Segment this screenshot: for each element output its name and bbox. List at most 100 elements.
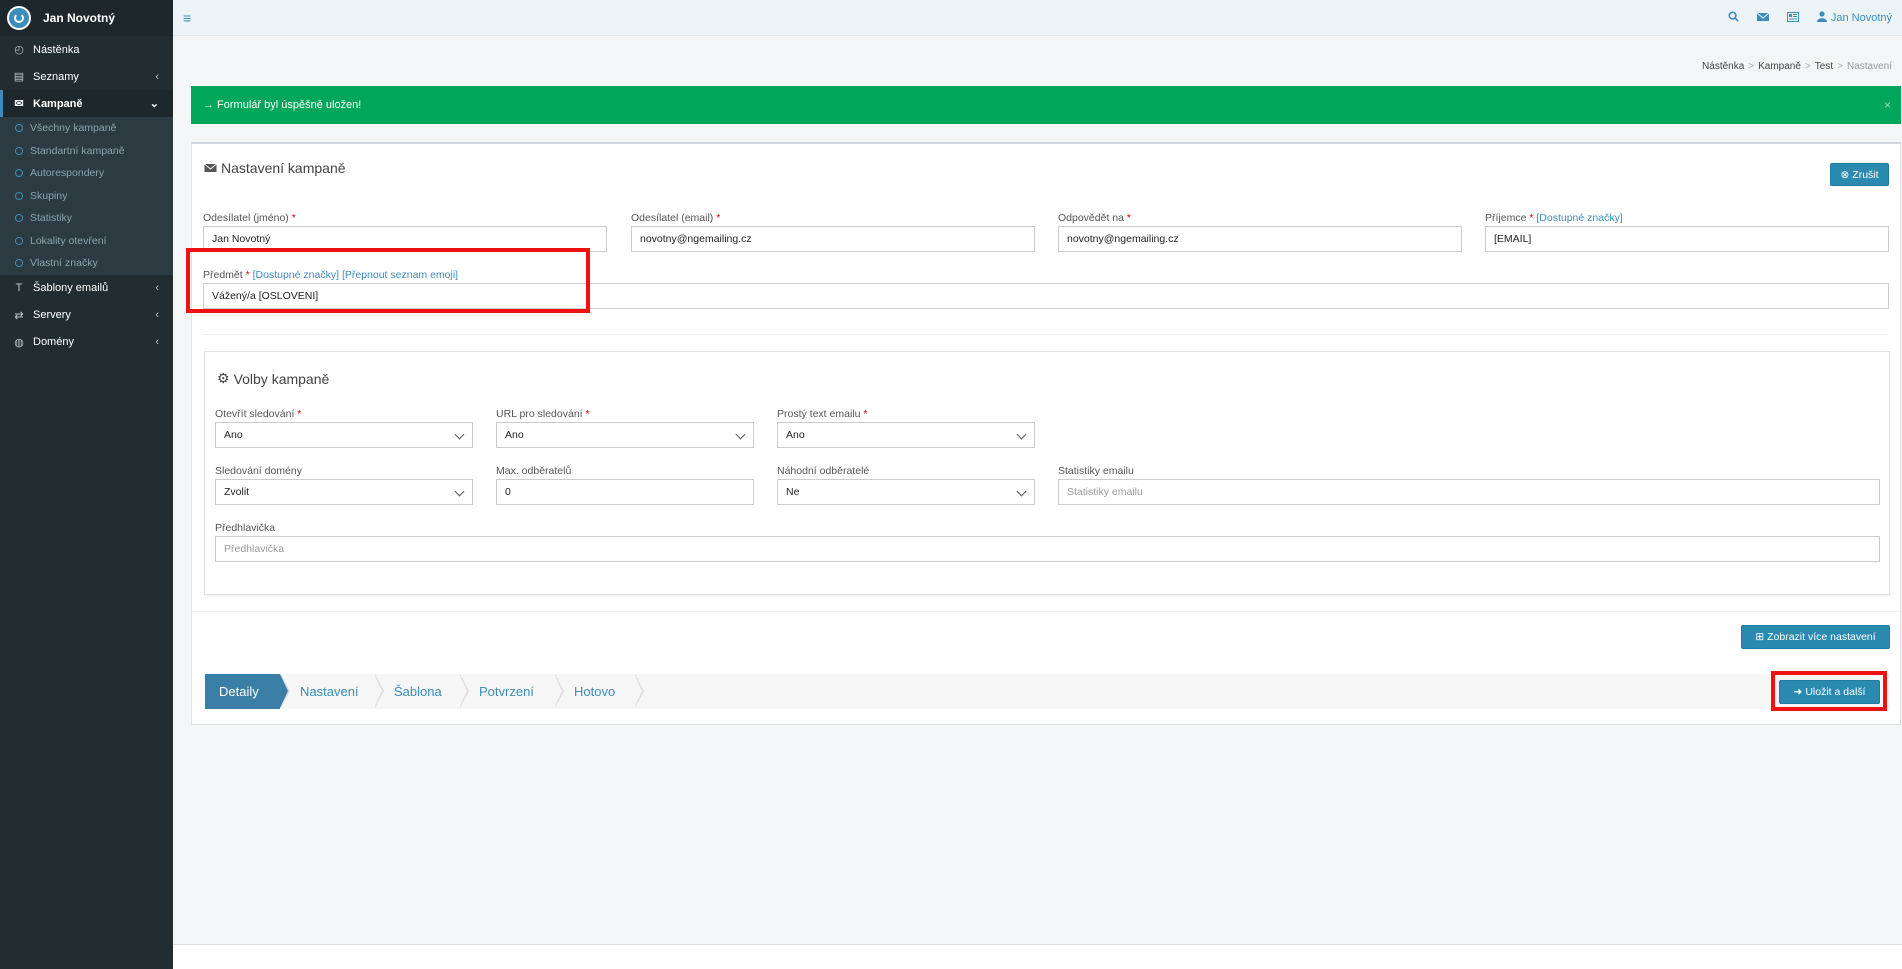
submenu-item-open-locations[interactable]: Lokality otevření xyxy=(0,230,173,253)
open-tracking-select[interactable]: Ano xyxy=(215,422,473,448)
brand-user-name: Jan Novotný xyxy=(43,11,116,25)
envelope-icon xyxy=(204,160,217,176)
circle-icon xyxy=(15,214,23,223)
wizard-step-settings[interactable]: Nastavení xyxy=(280,674,384,709)
campaign-options-box: ⚙ Volby kampaně Otevřít sledování * Ano … xyxy=(204,351,1890,595)
wizard-step-done[interactable]: Hotovo xyxy=(554,674,644,709)
preheader-input[interactable]: Předhlavička xyxy=(215,536,1880,562)
chevron-left-icon: ‹ xyxy=(155,282,159,294)
submenu-label: Statistiky xyxy=(30,212,73,225)
user-name: Jan Novotný xyxy=(1830,12,1892,24)
submenu-item-standard-campaigns[interactable]: Standartní kampaně xyxy=(0,140,173,163)
show-more-settings-button[interactable]: ⊞ Zobrazit více nastavení xyxy=(1741,625,1890,649)
power-logo-icon xyxy=(7,6,31,30)
cancel-button[interactable]: ⊗ Zrušit xyxy=(1830,163,1889,186)
wizard-step-confirmation[interactable]: Potvrzení xyxy=(459,674,564,709)
envelope-icon: ✉ xyxy=(14,98,24,110)
topbar-actions: Jan Novotný xyxy=(1728,0,1892,36)
sidebar-item-dashboard[interactable]: ◴ Nástěnka xyxy=(0,36,173,63)
campaigns-submenu: Všechny kampaně Standartní kampaně Autor… xyxy=(0,117,173,275)
chevron-left-icon: ‹ xyxy=(155,336,159,348)
chevron-left-icon: ‹ xyxy=(155,70,159,83)
recipient-input[interactable]: [EMAIL] xyxy=(1485,226,1889,252)
circle-icon xyxy=(15,124,23,133)
save-button-highlight xyxy=(1771,671,1887,711)
submenu-item-groups[interactable]: Skupiny xyxy=(0,185,173,208)
plus-square-icon: ⊞ xyxy=(1755,631,1765,643)
available-tags-link[interactable]: [Dostupné značky] xyxy=(1536,212,1622,224)
breadcrumb-separator: > xyxy=(1837,61,1843,72)
breadcrumb-separator: > xyxy=(1748,61,1755,72)
preheader-label: Předhlavička xyxy=(215,522,276,534)
close-icon[interactable]: × xyxy=(1884,98,1891,112)
breadcrumb-item[interactable]: Test xyxy=(1815,61,1833,72)
sidebar-item-label: Domény xyxy=(33,336,74,348)
sender-name-label: Odesílatel (jméno) * xyxy=(203,212,296,224)
max-subscribers-input[interactable]: 0 xyxy=(496,479,754,505)
sidebar-item-servers[interactable]: ⇄ Servery ‹ xyxy=(0,302,173,329)
domain-tracking-label: Sledování domény xyxy=(215,465,302,477)
email-stats-input[interactable]: Statistiky emailu xyxy=(1058,479,1880,505)
sidebar-item-label: Šablony emailů xyxy=(33,282,109,294)
sidebar-item-domains[interactable]: ◍ Domény ‹ xyxy=(0,329,173,356)
sidebar-item-email-templates[interactable]: T Šablony emailů ‹ xyxy=(0,275,173,302)
topbar: ≡ Jan Novotný xyxy=(173,0,1902,36)
plain-text-select[interactable]: Ano xyxy=(777,422,1035,448)
sidebar: Jan Novotný ◴ Nástěnka ▤ Seznamy ‹ ✉ Kam… xyxy=(0,0,173,969)
newspaper-icon[interactable] xyxy=(1786,11,1799,25)
submenu-label: Standartní kampaně xyxy=(30,144,125,157)
exchange-icon: ⇄ xyxy=(14,309,24,322)
envelope-icon[interactable] xyxy=(1756,12,1770,25)
circle-icon xyxy=(15,146,23,155)
circle-icon xyxy=(15,236,23,245)
sender-email-input[interactable]: novotny@ngemailing.cz xyxy=(631,226,1035,252)
wizard-step-details[interactable]: Detaily xyxy=(205,674,290,709)
search-icon[interactable] xyxy=(1728,11,1739,25)
wizard-steps: Detaily Nastavení Šablona Potvrzení Hoto… xyxy=(205,674,1890,709)
footer xyxy=(173,945,1902,969)
subject-highlight xyxy=(186,248,590,313)
random-subscribers-label: Náhodní odběratelé xyxy=(777,465,870,477)
open-tracking-label: Otevřít sledování * xyxy=(215,408,302,420)
url-tracking-label: URL pro sledování * xyxy=(496,408,590,420)
success-alert: → Formulář byl úspěšně uložen! × xyxy=(191,86,1901,124)
email-stats-label: Statistiky emailu xyxy=(1058,465,1134,477)
chevron-down-icon: ⌄ xyxy=(149,98,159,110)
options-title: Volby kampaně xyxy=(233,370,330,387)
breadcrumb-item[interactable]: Kampaně xyxy=(1758,61,1801,72)
more-settings-label: Zobrazit více nastavení xyxy=(1767,631,1876,643)
sidebar-item-lists[interactable]: ▤ Seznamy ‹ xyxy=(0,63,173,90)
sidebar-item-label: Kampaně xyxy=(33,97,83,110)
submenu-item-all-campaigns[interactable]: Všechny kampaně xyxy=(0,117,173,140)
globe-icon: ◍ xyxy=(14,336,24,349)
wizard-step-template[interactable]: Šablona xyxy=(374,674,469,709)
chevron-left-icon: ‹ xyxy=(155,309,159,321)
breadcrumb-separator: > xyxy=(1804,61,1811,72)
user-menu[interactable]: Jan Novotný xyxy=(1816,11,1892,25)
random-subscribers-select[interactable]: Ne xyxy=(777,479,1035,505)
sidebar-item-campaigns[interactable]: ✉ Kampaně ⌄ xyxy=(0,90,173,117)
cancel-circle-icon: ⊗ xyxy=(1840,168,1850,181)
text-icon: T xyxy=(15,282,23,294)
breadcrumb: Nástěnka > Kampaně > Test > Nastavení xyxy=(1702,61,1892,72)
sender-email-label: Odesílatel (email) * xyxy=(631,212,721,224)
submenu-label: Vlastní značky xyxy=(30,257,98,270)
breadcrumb-current: Nastavení xyxy=(1846,61,1892,72)
divider xyxy=(204,334,1888,335)
submenu-item-custom-tags[interactable]: Vlastní značky xyxy=(0,252,173,275)
submenu-item-statistics[interactable]: Statistiky xyxy=(0,207,173,230)
submenu-item-autoresponders[interactable]: Autorespondery xyxy=(0,162,173,185)
menu-toggle-icon[interactable]: ≡ xyxy=(183,10,191,26)
gear-icon: ⚙ xyxy=(217,370,230,386)
sidebar-item-label: Nástěnka xyxy=(33,43,80,56)
campaign-settings-box: Nastavení kampaně ⊗ Zrušit Odesílatel (j… xyxy=(191,142,1901,725)
circle-icon xyxy=(15,259,23,268)
url-tracking-select[interactable]: Ano xyxy=(496,422,754,448)
user-icon xyxy=(1816,11,1827,25)
reply-to-input[interactable]: novotny@ngemailing.cz xyxy=(1058,226,1462,252)
domain-tracking-select[interactable]: Zvolit xyxy=(215,479,473,505)
brand[interactable]: Jan Novotný xyxy=(0,0,173,36)
breadcrumb-item[interactable]: Nástěnka xyxy=(1702,61,1744,72)
box-title: Nastavení kampaně xyxy=(204,160,346,176)
recipient-label: Příjemce * [Dostupné značky] xyxy=(1485,212,1623,224)
